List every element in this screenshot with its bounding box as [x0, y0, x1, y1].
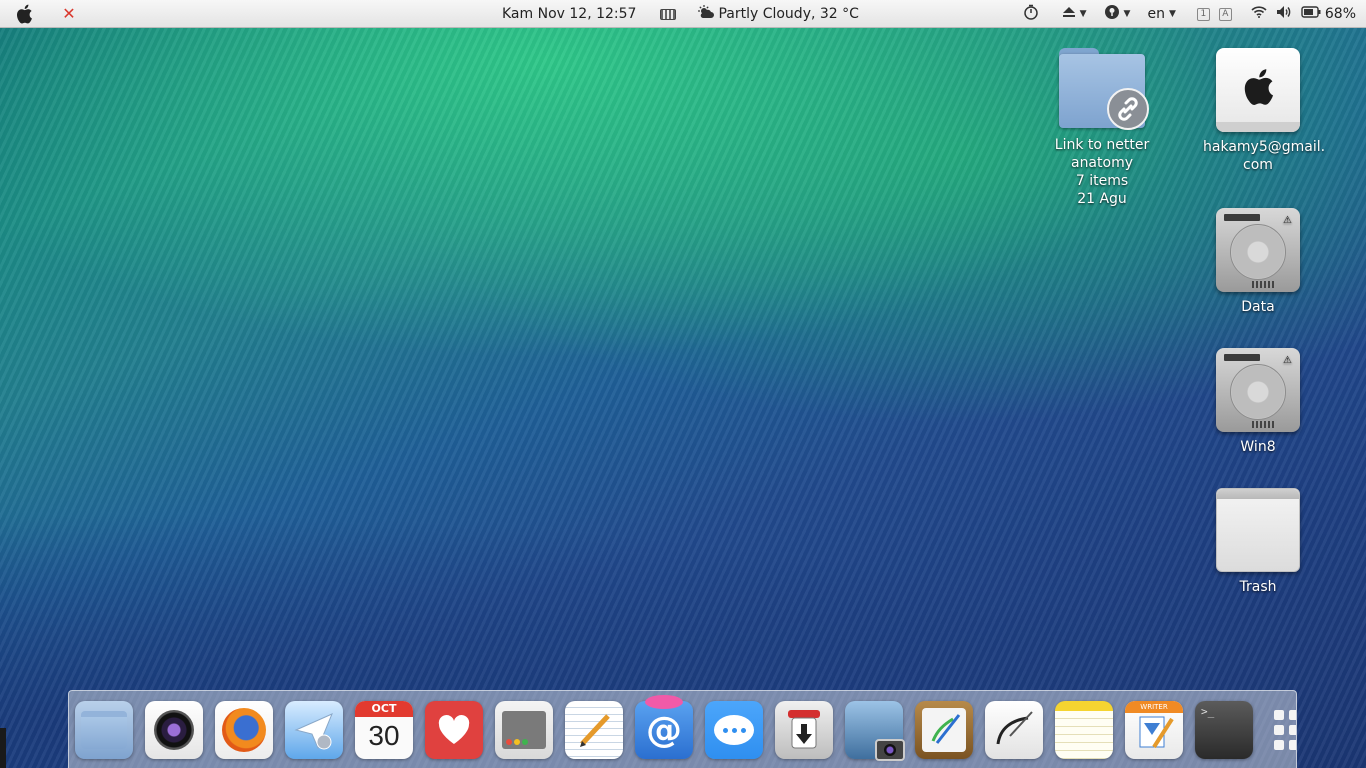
icon-label: Trash: [1239, 579, 1277, 595]
chevron-down-icon: ▼: [1168, 9, 1176, 19]
firefox-icon[interactable]: [215, 701, 273, 759]
messages-icon[interactable]: [705, 701, 763, 759]
notes-icon[interactable]: [1055, 701, 1113, 759]
files-icon[interactable]: [75, 701, 133, 759]
inkscape-icon[interactable]: [985, 701, 1043, 759]
timer-indicator[interactable]: [1023, 0, 1039, 28]
weather-indicator[interactable]: Partly Cloudy, 32 °C: [660, 0, 859, 28]
camera-lens-icon[interactable]: [145, 701, 203, 759]
weather-text: Partly Cloudy, 32 °C: [718, 6, 859, 22]
screen-edge-handle: [0, 728, 6, 768]
hard-drive-icon: ⚠: [1216, 208, 1300, 292]
mail-send-icon[interactable]: [285, 701, 343, 759]
drawing-icon[interactable]: [915, 701, 973, 759]
battery-percent: 68%: [1324, 6, 1356, 22]
language-label: en: [1147, 6, 1165, 22]
keyboard-icon: [660, 8, 677, 20]
dock: OCT 30 @ WRITER >_: [68, 690, 1297, 768]
writer-label: WRITER: [1125, 701, 1183, 713]
battery-indicator[interactable]: 68%: [1301, 0, 1356, 28]
keyboard-layout-1-icon[interactable]: 1: [1196, 7, 1210, 21]
icon-label: anatomy: [1070, 155, 1133, 171]
close-icon[interactable]: ✕: [62, 4, 76, 23]
icon-label: com: [1243, 157, 1273, 173]
desktop-icon-data-drive[interactable]: ⚠ Data: [1203, 208, 1313, 316]
trash-icon: [1216, 488, 1300, 572]
hard-drive-icon: ⚠: [1216, 348, 1300, 432]
desktop-icon-trash[interactable]: Trash: [1203, 488, 1313, 596]
eject-icon: [1062, 6, 1076, 22]
icon-label: Link to netter: [1054, 137, 1150, 153]
email-at-icon[interactable]: @: [635, 695, 693, 759]
wifi-icon[interactable]: [1251, 6, 1267, 22]
location-pin-icon: [1104, 4, 1120, 24]
icon-label: 7 items: [1075, 173, 1129, 189]
window-manager-icon[interactable]: [495, 701, 553, 759]
volume-icon[interactable]: [1276, 5, 1292, 23]
timer-icon: [1023, 4, 1039, 24]
desktop-icon-win8-drive[interactable]: ⚠ Win8: [1203, 348, 1313, 456]
folder-link-icon: [1059, 44, 1149, 130]
screenshot-icon[interactable]: [845, 701, 905, 761]
chevron-down-icon: ▼: [1123, 9, 1131, 19]
eject-menu[interactable]: ▼: [1062, 0, 1087, 28]
icon-label: Win8: [1240, 439, 1276, 455]
language-menu[interactable]: en ▼: [1147, 0, 1175, 28]
download-icon[interactable]: [775, 701, 833, 759]
keyboard-layout-a-icon[interactable]: A: [1218, 7, 1232, 21]
calendar-icon[interactable]: OCT 30: [355, 701, 413, 759]
link-badge-icon: [1107, 88, 1149, 130]
desktop-icon-account-drive[interactable]: hakamy5@gmail. com: [1203, 48, 1326, 174]
text-editor-icon[interactable]: [565, 701, 623, 759]
app-grid-icon[interactable]: [1265, 701, 1296, 759]
clock-datetime[interactable]: Kam Nov 12, 12:57: [502, 6, 636, 22]
writer-icon[interactable]: WRITER: [1125, 701, 1183, 759]
chevron-down-icon: ▼: [1079, 9, 1087, 19]
calendar-month: OCT: [355, 701, 413, 717]
calendar-day: 30: [368, 720, 400, 751]
icon-label: hakamy5@gmail.: [1203, 139, 1326, 155]
battery-icon: [1301, 6, 1321, 22]
icon-label: Data: [1241, 299, 1275, 315]
top-menubar: ✕ Kam Nov 12, 12:57 Partly Cloudy, 32 °C…: [0, 0, 1366, 28]
partly-cloudy-icon: [698, 5, 715, 23]
user-indicator-menu[interactable]: ▼: [1104, 0, 1131, 28]
apple-menu-icon[interactable]: [14, 4, 34, 24]
heart-icon[interactable]: [425, 701, 483, 759]
terminal-icon[interactable]: >_: [1195, 701, 1253, 759]
wallpaper: [0, 0, 1366, 768]
icon-label: 21 Agu: [1077, 191, 1127, 207]
apple-drive-icon: [1216, 48, 1300, 132]
desktop-icon-netter-link[interactable]: Link to netter anatomy 7 items 21 Agu: [1047, 44, 1157, 208]
